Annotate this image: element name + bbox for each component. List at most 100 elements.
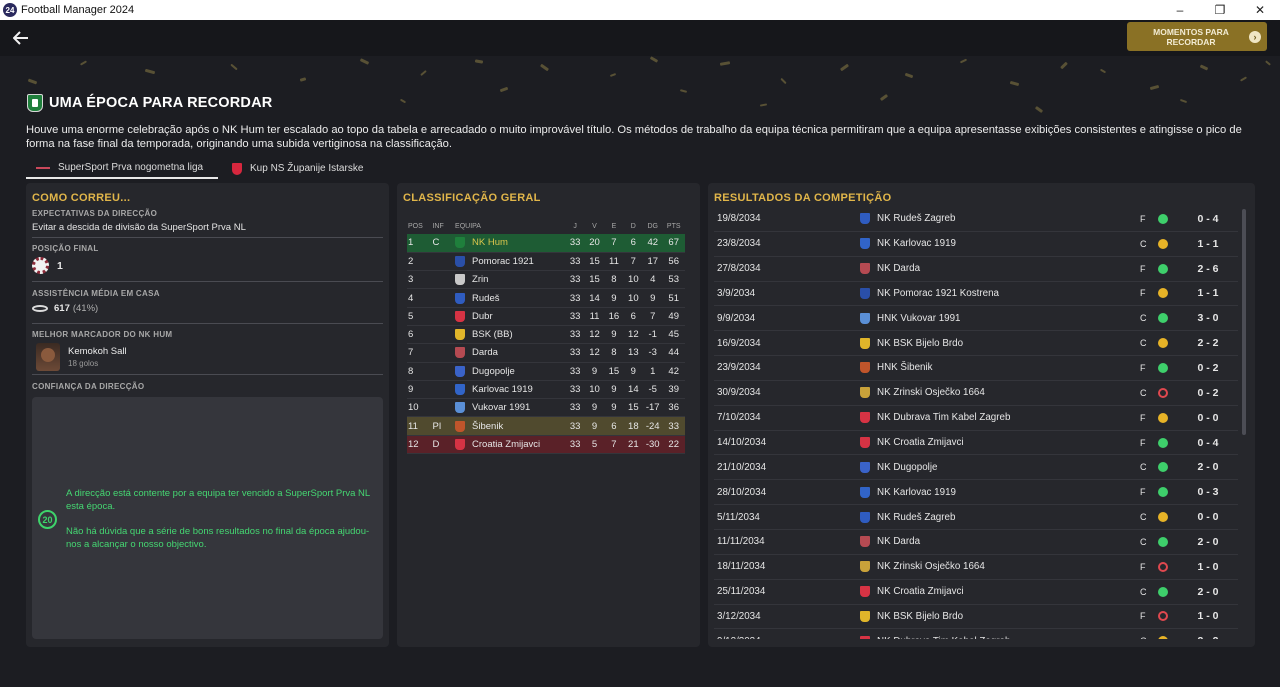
col-played[interactable]: J: [565, 218, 584, 234]
col-pts[interactable]: PTS: [662, 218, 685, 234]
result-row[interactable]: 14/10/2034 NK Croatia Zmijavci F 0 - 4: [714, 431, 1238, 456]
col-team[interactable]: EQUIPA: [455, 218, 565, 234]
result-row[interactable]: 3/9/2034 NK Pomorac 1921 Kostrena F 1 - 1: [714, 282, 1238, 307]
standings-row[interactable]: 1 C NK Hum 33 20 7 6 42 67: [407, 234, 685, 253]
maximize-button[interactable]: ❐: [1200, 0, 1240, 20]
close-button[interactable]: ✕: [1240, 0, 1280, 20]
standings-row[interactable]: 12 D Croatia Zmijavci 33 5 7 21 -30 22: [407, 435, 685, 455]
result-row[interactable]: 9/12/2034 NK Dubrava Tim Kabel Zagreb C 2 -…: [714, 629, 1238, 639]
team-name[interactable]: BSK (BB): [472, 329, 513, 340]
team-name[interactable]: Rudeš: [472, 293, 499, 304]
match-score[interactable]: 0 - 4: [1188, 213, 1228, 225]
match-score[interactable]: 0 - 2: [1188, 362, 1228, 374]
standings-row[interactable]: 10 Vukovar 1991 33 9 9 15 -17 36: [407, 398, 685, 418]
result-row[interactable]: 5/11/2034 NK Rudeš Zagreb C 0 - 0: [714, 505, 1238, 530]
match-score[interactable]: 0 - 0: [1188, 511, 1228, 523]
standings-row[interactable]: 4 Rudeš 33 14 9 10 9 51: [407, 288, 685, 308]
match-score[interactable]: 1 - 1: [1188, 287, 1228, 299]
opponent-name[interactable]: NK Rudeš Zagreb: [877, 512, 955, 523]
standings-row[interactable]: 7 Darda 33 12 8 13 -3 44: [407, 343, 685, 363]
team-name[interactable]: Zrin: [472, 274, 488, 285]
opponent-name[interactable]: NK Karlovac 1919: [877, 487, 956, 498]
match-score[interactable]: 2 - 0: [1188, 461, 1228, 473]
result-row[interactable]: 18/11/2034 NK Zrinski Osječko 1664 F 1 - 0: [714, 555, 1238, 580]
standings-row[interactable]: 5 Dubr 33 11 16 6 7 49: [407, 307, 685, 326]
team-name[interactable]: Vukovar 1991: [472, 402, 530, 413]
row-team[interactable]: Zrin: [455, 270, 566, 290]
result-row[interactable]: 3/12/2034 NK BSK Bijelo Brdo F 1 - 0: [714, 605, 1238, 630]
result-row[interactable]: 30/9/2034 NK Zrinski Osječko 1664 C 0 - 2: [714, 381, 1238, 406]
match-score[interactable]: 3 - 0: [1188, 312, 1228, 324]
row-team[interactable]: Karlovac 1919: [455, 380, 566, 400]
results-list[interactable]: 19/8/2034 NK Rudeš Zagreb F 0 - 4 23/8/2034 N…: [714, 207, 1238, 639]
col-pos[interactable]: POS: [407, 218, 427, 234]
result-row[interactable]: 25/11/2034 NK Croatia Zmijavci C 2 - 0: [714, 580, 1238, 605]
match-score[interactable]: 0 - 0: [1188, 412, 1228, 424]
moments-to-remember-button[interactable]: MOMENTOS PARA RECORDAR ›: [1127, 22, 1267, 51]
match-score[interactable]: 2 - 6: [1188, 263, 1228, 275]
opponent-name[interactable]: NK Darda: [877, 263, 920, 274]
match-score[interactable]: 0 - 3: [1188, 486, 1228, 498]
standings-row[interactable]: 2 Pomorac 1921 33 15 11 7 17 56: [407, 252, 685, 272]
result-row[interactable]: 19/8/2034 NK Rudeš Zagreb F 0 - 4: [714, 207, 1238, 232]
opponent-name[interactable]: NK Dugopolje: [877, 462, 937, 473]
col-won[interactable]: V: [585, 218, 604, 234]
row-team[interactable]: Šibenik: [455, 416, 566, 436]
opponent-name[interactable]: NK Croatia Zmijavci: [877, 586, 964, 597]
tab-league[interactable]: SuperSport Prva nogometna liga: [26, 158, 218, 179]
tab-cup[interactable]: Kup NS Županije Istarske: [218, 158, 373, 179]
match-score[interactable]: 1 - 1: [1188, 238, 1228, 250]
opponent-name[interactable]: NK Pomorac 1921 Kostrena: [877, 288, 999, 299]
standings-row[interactable]: 11 PI Šibenik 33 9 6 18 -24 33: [407, 416, 685, 436]
match-score[interactable]: 2 - 0: [1188, 586, 1228, 598]
team-name[interactable]: Šibenik: [472, 421, 503, 432]
result-row[interactable]: 11/11/2034 NK Darda C 2 - 0: [714, 530, 1238, 555]
col-drawn[interactable]: E: [604, 218, 623, 234]
opponent-name[interactable]: NK Dubrava Tim Kabel Zagreb: [877, 412, 1010, 423]
row-team[interactable]: NK Hum: [455, 234, 566, 253]
row-team[interactable]: Croatia Zmijavci: [455, 435, 566, 455]
result-row[interactable]: 27/8/2034 NK Darda F 2 - 6: [714, 257, 1238, 282]
row-team[interactable]: Vukovar 1991: [455, 398, 566, 418]
result-row[interactable]: 23/8/2034 NK Karlovac 1919 C 1 - 1: [714, 232, 1238, 257]
opponent-name[interactable]: NK Karlovac 1919: [877, 238, 956, 249]
team-name[interactable]: Dubr: [472, 311, 493, 322]
standings-row[interactable]: 6 BSK (BB) 33 12 9 12 -1 45: [407, 325, 685, 345]
results-scrollbar[interactable]: [1242, 209, 1246, 435]
standings-row[interactable]: 9 Karlovac 1919 33 10 9 14 -5 39: [407, 380, 685, 400]
opponent-name[interactable]: NK Dubrava Tim Kabel Zagreb: [877, 636, 1010, 639]
col-gd[interactable]: DG: [643, 218, 662, 234]
match-score[interactable]: 1 - 0: [1188, 561, 1228, 573]
match-score[interactable]: 2 - 0: [1188, 536, 1228, 548]
row-team[interactable]: Darda: [455, 343, 566, 363]
col-lost[interactable]: D: [624, 218, 643, 234]
opponent-name[interactable]: NK Darda: [877, 536, 920, 547]
opponent-name[interactable]: HNK Vukovar 1991: [877, 313, 961, 324]
team-name[interactable]: Croatia Zmijavci: [472, 439, 540, 450]
opponent-name[interactable]: NK Rudeš Zagreb: [877, 213, 955, 224]
opponent-name[interactable]: HNK Šibenik: [877, 362, 933, 373]
player-avatar[interactable]: [36, 343, 60, 371]
col-inf[interactable]: INF: [427, 218, 455, 234]
team-name[interactable]: Pomorac 1921: [472, 256, 534, 267]
row-team[interactable]: Dugopolje: [455, 362, 566, 381]
result-row[interactable]: 23/9/2034 HNK Šibenik F 0 - 2: [714, 356, 1238, 381]
opponent-name[interactable]: NK Croatia Zmijavci: [877, 437, 964, 448]
row-team[interactable]: Dubr: [455, 307, 566, 326]
row-team[interactable]: Pomorac 1921: [455, 252, 566, 272]
team-name[interactable]: NK Hum: [472, 237, 508, 248]
team-name[interactable]: Dugopolje: [472, 366, 515, 377]
opponent-name[interactable]: NK Zrinski Osječko 1664: [877, 387, 985, 398]
standings-row[interactable]: 8 Dugopolje 33 9 15 9 1 42: [407, 362, 685, 381]
result-row[interactable]: 28/10/2034 NK Karlovac 1919 F 0 - 3: [714, 480, 1238, 506]
match-score[interactable]: 0 - 4: [1188, 437, 1228, 449]
row-team[interactable]: BSK (BB): [455, 325, 566, 345]
match-score[interactable]: 1 - 0: [1188, 610, 1228, 622]
result-row[interactable]: 16/9/2034 NK BSK Bijelo Brdo C 2 - 2: [714, 331, 1238, 357]
match-score[interactable]: 2 - 2: [1188, 635, 1228, 639]
row-team[interactable]: Rudeš: [455, 288, 566, 308]
opponent-name[interactable]: NK Zrinski Osječko 1664: [877, 561, 985, 572]
match-score[interactable]: 0 - 2: [1188, 387, 1228, 399]
team-name[interactable]: Darda: [472, 347, 498, 358]
team-name[interactable]: Karlovac 1919: [472, 384, 533, 395]
